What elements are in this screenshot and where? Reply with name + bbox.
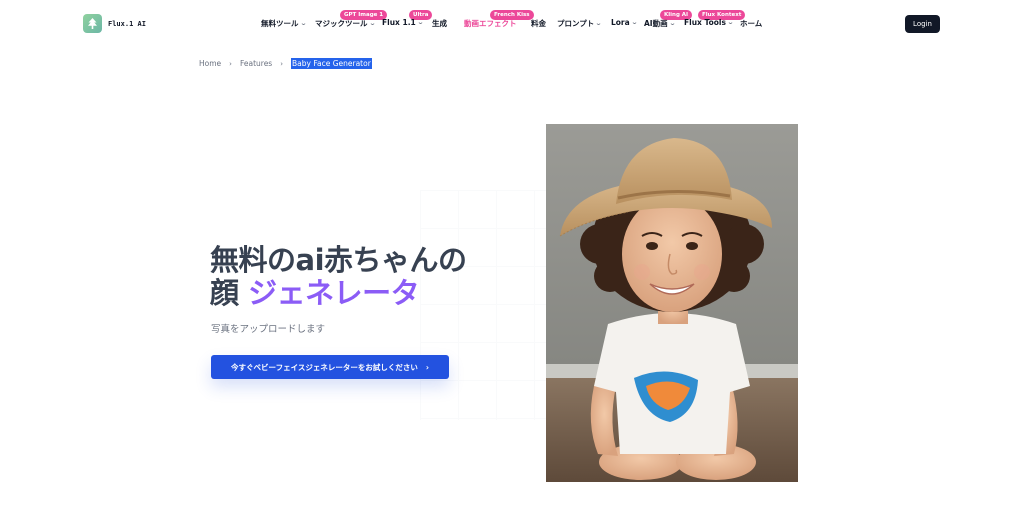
hero-subtitle: 写真をアップロードします (211, 324, 326, 335)
nav-home[interactable]: ホーム (740, 18, 762, 29)
nav-flux-tools[interactable]: Flux Tools ⌄ (684, 18, 734, 27)
nav-magic-tools[interactable]: マジックツール ⌄ (315, 18, 376, 29)
breadcrumb-current: Baby Face Generator (291, 58, 372, 69)
nav-flux11[interactable]: Flux 1.1 ⌄ (382, 18, 424, 27)
nav-free-tools[interactable]: 無料ツール ⌄ (261, 18, 307, 29)
site-header: Flux.1 AI 無料ツール ⌄ GPT Image 1 マジックツール ⌄ … (0, 0, 1024, 46)
try-baby-face-generator-button[interactable]: 今すぐベビーフェイスジェネレーターをお試しください › (211, 355, 449, 379)
breadcrumb-chevron-icon: › (280, 59, 284, 68)
chevron-right-icon: › (425, 362, 429, 372)
nav-prompts-label: プロンプト (557, 19, 595, 28)
chevron-down-icon: ⌄ (416, 18, 424, 26)
nav-video-effects[interactable]: 動画エフェクト (464, 18, 517, 29)
nav-pricing[interactable]: 料金 (531, 18, 546, 29)
nav-lora[interactable]: Lora ⌄ (611, 18, 638, 27)
chevron-down-icon: ⌄ (299, 19, 307, 27)
nav-pricing-label: 料金 (531, 19, 546, 28)
child-photo-illustration (546, 124, 798, 482)
nav-prompts[interactable]: プロンプト ⌄ (557, 18, 603, 29)
nav-video-effects-label: 動画エフェクト (464, 19, 517, 28)
nav-generate-label: 生成 (432, 19, 447, 28)
breadcrumb-chevron-icon: › (229, 59, 232, 68)
nav-free-tools-label: 無料ツール (261, 19, 299, 28)
hero-title-line2-prefix: 顔 (210, 276, 249, 310)
hero-photo-child-straw-hat (546, 124, 798, 482)
nav-generate[interactable]: 生成 (432, 18, 447, 29)
login-button[interactable]: Login (905, 15, 940, 33)
breadcrumb: Home › Features › Baby Face Generator (199, 58, 372, 69)
nav-flux11-label: Flux 1.1 (382, 18, 416, 27)
chevron-down-icon: ⌄ (595, 19, 603, 27)
chevron-down-icon: ⌄ (368, 19, 376, 27)
chevron-down-icon: ⌄ (726, 18, 734, 26)
hero-title: 無料のai赤ちゃんの 顔 ジェネレータ (210, 244, 510, 310)
nav-magic-tools-label: マジックツール (315, 19, 368, 28)
breadcrumb-home-link[interactable]: Home (199, 59, 221, 68)
hero-title-line1: 無料のai赤ちゃんの (210, 243, 467, 277)
chevron-down-icon: ⌄ (668, 19, 676, 27)
nav-flux-tools-label: Flux Tools (684, 18, 726, 27)
main-nav: 無料ツール ⌄ GPT Image 1 マジックツール ⌄ Ultra Flux… (0, 0, 1024, 46)
hero-title-accent: ジェネレータ (248, 276, 420, 310)
nav-ai-video[interactable]: AI動画 ⌄ (644, 18, 676, 29)
breadcrumb-features-link[interactable]: Features (240, 59, 272, 68)
nav-lora-label: Lora (611, 18, 630, 27)
cta-label: 今すぐベビーフェイスジェネレーターをお試しください (231, 362, 418, 372)
nav-home-label: ホーム (740, 19, 763, 28)
nav-ai-video-label: AI動画 (644, 19, 668, 28)
chevron-down-icon: ⌄ (630, 18, 638, 26)
